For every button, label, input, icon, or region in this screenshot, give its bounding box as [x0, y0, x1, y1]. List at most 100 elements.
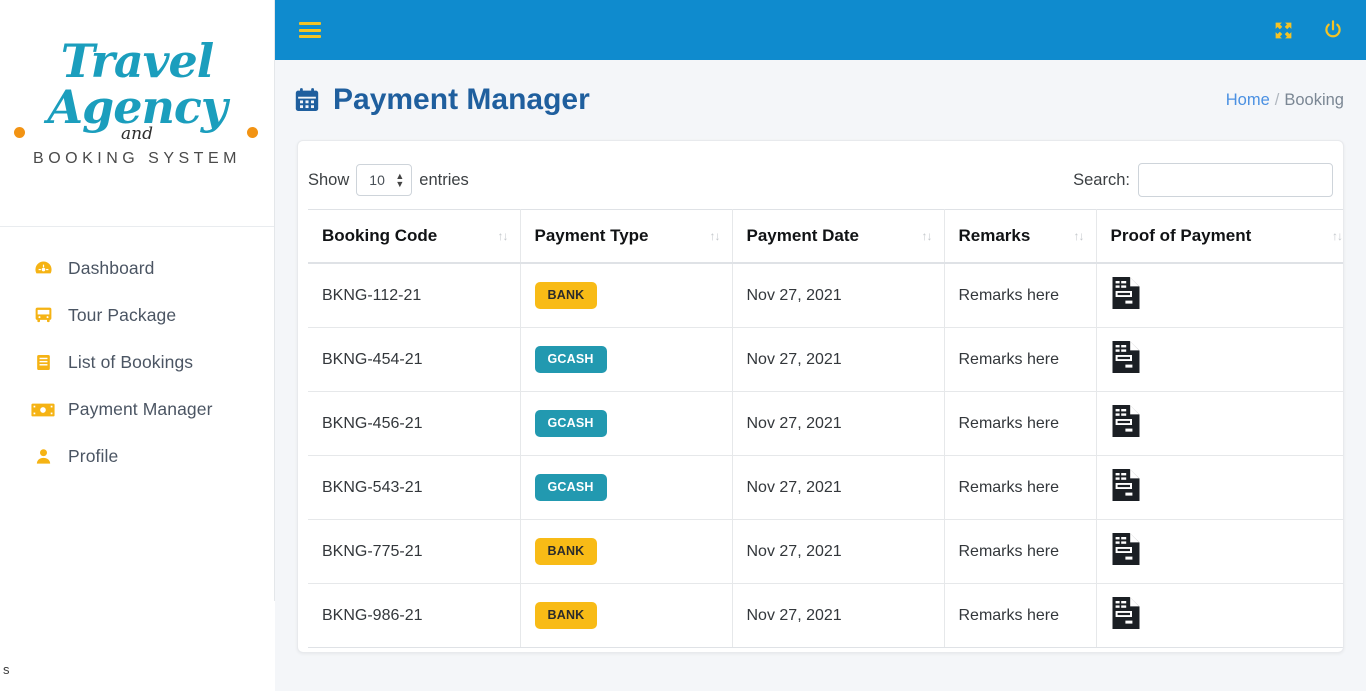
search-input[interactable] [1138, 163, 1333, 197]
sort-arrows-icon: ↑↓ [921, 229, 933, 243]
payment-type-badge: GCASH [534, 346, 607, 373]
cell-payment-type: BANK [520, 519, 733, 584]
cell-payment-date: Nov 27, 2021 [732, 391, 945, 456]
payment-type-badge: BANK [534, 282, 598, 309]
column-header-proof-of-payment[interactable]: Proof of Payment ↑↓ [1096, 209, 1343, 264]
sidebar-item-dashboard[interactable]: Dashboard [0, 245, 274, 292]
show-label: Show [308, 170, 350, 189]
cell-booking-code: BKNG-454-21 [308, 327, 521, 392]
cell-remarks: Remarks here [944, 455, 1097, 520]
cell-remarks: Remarks here [944, 583, 1097, 648]
user-icon [30, 446, 56, 468]
power-off-icon[interactable] [1322, 19, 1344, 41]
column-label: Remarks [958, 226, 1031, 245]
table-row: BKNG-543-21 GCASH Nov 27, 2021 Remarks here [308, 455, 1343, 520]
sidebar-item-label: List of Bookings [68, 352, 194, 372]
file-invoice-icon[interactable] [1111, 276, 1141, 310]
breadcrumb: Home / Booking [1226, 91, 1344, 110]
cell-remarks: Remarks here [944, 519, 1097, 584]
file-invoice-icon[interactable] [1111, 404, 1141, 438]
cell-payment-type: GCASH [520, 327, 733, 392]
cell-remarks: Remarks here [944, 263, 1097, 328]
table-row: BKNG-986-21 BANK Nov 27, 2021 Remarks here [308, 583, 1343, 648]
cell-payment-date: Nov 27, 2021 [732, 327, 945, 392]
cell-booking-code: BKNG-775-21 [308, 519, 521, 584]
cell-proof-of-payment[interactable] [1096, 391, 1343, 456]
column-label: Payment Date [746, 226, 859, 245]
search-control: Search: [1073, 163, 1333, 197]
page-title: Payment Manager [293, 83, 590, 117]
cell-payment-type: GCASH [520, 455, 733, 520]
logo-script-text: Travel Agency [0, 38, 274, 138]
table-header-row: Booking Code ↑↓ Payment Type ↑↓ Payment … [308, 209, 1343, 264]
table-row: BKNG-456-21 GCASH Nov 27, 2021 Remarks here [308, 391, 1343, 456]
cell-booking-code: BKNG-543-21 [308, 455, 521, 520]
column-label: Proof of Payment [1110, 226, 1252, 245]
file-invoice-icon[interactable] [1111, 532, 1141, 566]
cell-remarks: Remarks here [944, 327, 1097, 392]
file-invoice-icon[interactable] [1111, 596, 1141, 630]
payment-type-badge: BANK [534, 602, 598, 629]
sidebar-item-label: Tour Package [68, 305, 177, 325]
table-row: BKNG-454-21 GCASH Nov 27, 2021 Remarks here [308, 327, 1343, 392]
column-header-remarks[interactable]: Remarks ↑↓ [944, 209, 1097, 264]
table-footer: Showing 1 to 6 of 6 entries Previous 1 N… [308, 648, 1333, 652]
sidebar-item-label: Dashboard [68, 258, 155, 278]
card-body: Show 10 ▲ ▼ entries Search: Booking Code… [298, 141, 1343, 652]
table-row: BKNG-775-21 BANK Nov 27, 2021 Remarks here [308, 519, 1343, 584]
cell-payment-date: Nov 27, 2021 [732, 583, 945, 648]
sidebar-item-tour-package[interactable]: Tour Package [0, 292, 274, 339]
book-icon [30, 352, 56, 374]
sidebar-item-payment-manager[interactable]: Payment Manager [0, 386, 274, 433]
breadcrumb-current: Booking [1284, 90, 1344, 109]
column-label: Booking Code [322, 226, 438, 245]
cell-payment-date: Nov 27, 2021 [732, 455, 945, 520]
hamburger-icon[interactable] [299, 19, 321, 42]
file-invoice-icon[interactable] [1111, 340, 1141, 374]
topbar [275, 0, 1366, 60]
column-header-payment-type[interactable]: Payment Type ↑↓ [520, 209, 733, 264]
sidebar-nav: Dashboard Tour Package List of Bookings … [0, 227, 274, 480]
sort-arrows-icon: ↑↓ [1073, 229, 1085, 243]
calendar-icon [293, 86, 321, 114]
payment-table-card: Show 10 ▲ ▼ entries Search: Booking Code… [297, 140, 1344, 653]
cell-payment-type: BANK [520, 263, 733, 328]
main-content: Payment Manager Home / Booking Show 10 ▲ ▼ [275, 0, 1366, 691]
logo-subtitle: BOOKING SYSTEM [33, 150, 241, 167]
brand-logo: Travel Agency and BOOKING SYSTEM [0, 38, 274, 168]
bus-icon [30, 305, 56, 327]
sidebar-item-list-of-bookings[interactable]: List of Bookings [0, 339, 274, 386]
logo-dot-left-icon [14, 127, 25, 138]
sidebar-item-profile[interactable]: Profile [0, 433, 274, 480]
column-header-payment-date[interactable]: Payment Date ↑↓ [732, 209, 945, 264]
cell-payment-date: Nov 27, 2021 [732, 519, 945, 584]
sort-arrows-icon: ↑↓ [709, 229, 721, 243]
entries-per-page-select[interactable]: 10 [356, 164, 413, 196]
app-root: Travel Agency and BOOKING SYSTEM Dashboa… [0, 0, 1366, 691]
sort-arrows-icon: ↑↓ [1332, 229, 1343, 243]
cell-proof-of-payment[interactable] [1096, 583, 1343, 648]
page-header: Payment Manager Home / Booking [275, 60, 1366, 140]
cell-payment-type: BANK [520, 583, 733, 648]
breadcrumb-home-link[interactable]: Home [1226, 91, 1270, 109]
table-body: BKNG-112-21 BANK Nov 27, 2021 Remarks here B… [308, 263, 1343, 648]
file-invoice-icon[interactable] [1111, 468, 1141, 502]
column-label: Payment Type [534, 226, 649, 245]
cell-proof-of-payment[interactable] [1096, 519, 1343, 584]
cell-booking-code: BKNG-986-21 [308, 583, 521, 648]
page-footer-stub: s [3, 662, 10, 677]
sidebar-item-label: Payment Manager [68, 399, 213, 419]
sidebar: Travel Agency and BOOKING SYSTEM Dashboa… [0, 0, 275, 601]
column-header-booking-code[interactable]: Booking Code ↑↓ [308, 209, 521, 264]
money-bill-icon [30, 399, 56, 421]
sort-arrows-icon: ↑↓ [497, 229, 509, 243]
logo-dot-right-icon [247, 127, 258, 138]
page-title-text: Payment Manager [333, 83, 590, 116]
cell-proof-of-payment[interactable] [1096, 327, 1343, 392]
cell-proof-of-payment[interactable] [1096, 263, 1343, 328]
cell-payment-date: Nov 27, 2021 [732, 263, 945, 328]
table-controls: Show 10 ▲ ▼ entries Search: [308, 153, 1333, 209]
cell-proof-of-payment[interactable] [1096, 455, 1343, 520]
payment-type-badge: BANK [534, 538, 598, 565]
expand-arrows-icon[interactable] [1273, 20, 1294, 41]
